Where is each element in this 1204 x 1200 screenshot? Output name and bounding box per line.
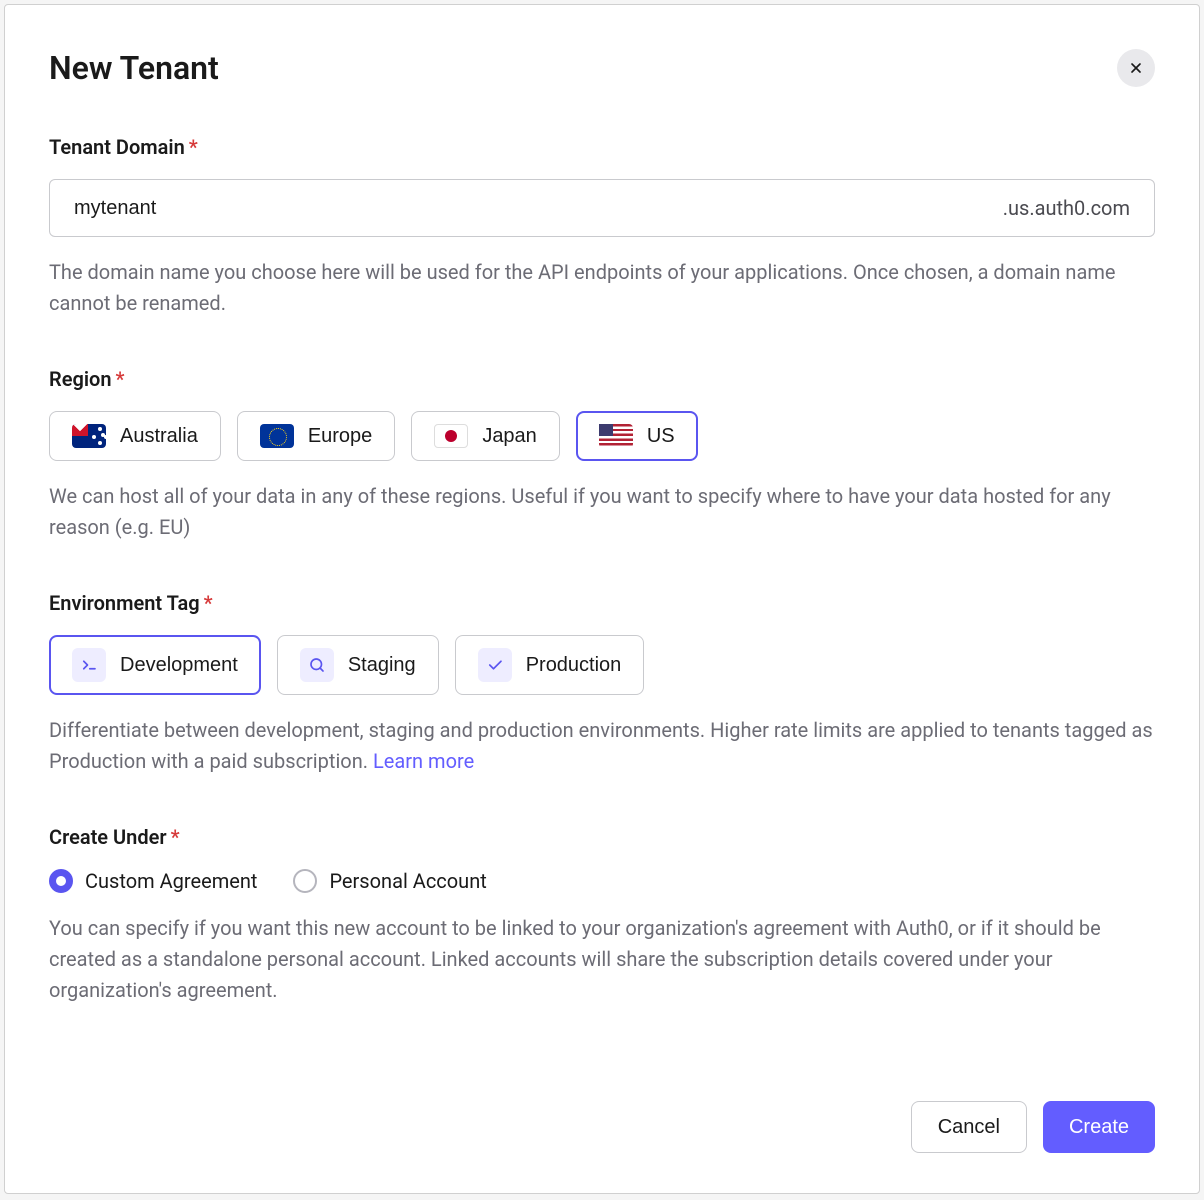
tenant-domain-label-text: Tenant Domain: [49, 135, 185, 159]
region-option-australia[interactable]: Australia: [49, 411, 221, 461]
terminal-icon: [72, 648, 106, 682]
environment-section: Environment Tag* Development Staging Pro…: [49, 591, 1155, 777]
region-option-japan[interactable]: Japan: [411, 411, 560, 461]
region-label-text: Region: [49, 367, 112, 391]
tenant-domain-input[interactable]: [74, 197, 1003, 220]
required-indicator: *: [171, 825, 180, 849]
environment-option-label: Staging: [348, 654, 416, 677]
radio-label: Custom Agreement: [85, 869, 257, 893]
environment-label: Environment Tag*: [49, 591, 1155, 615]
region-option-label: US: [647, 425, 675, 448]
flag-japan-icon: [434, 424, 468, 448]
create-under-label: Create Under*: [49, 825, 1155, 849]
environment-help: Differentiate between development, stagi…: [49, 715, 1155, 777]
search-icon: [300, 648, 334, 682]
required-indicator: *: [204, 591, 213, 615]
new-tenant-modal: New Tenant Tenant Domain* .us.auth0.com …: [4, 4, 1200, 1194]
create-under-options: Custom Agreement Personal Account: [49, 869, 1155, 893]
required-indicator: *: [116, 367, 125, 391]
radio-label: Personal Account: [329, 869, 486, 893]
learn-more-link[interactable]: Learn more: [373, 749, 474, 773]
environment-option-production[interactable]: Production: [455, 635, 645, 695]
environment-label-text: Environment Tag: [49, 591, 200, 615]
modal-title: New Tenant: [49, 49, 219, 87]
environment-option-label: Production: [526, 654, 622, 677]
create-under-section: Create Under* Custom Agreement Personal …: [49, 825, 1155, 1006]
close-button[interactable]: [1117, 49, 1155, 87]
region-section: Region* Australia Europe Japan US We can…: [49, 367, 1155, 543]
create-under-help: You can specify if you want this new acc…: [49, 913, 1155, 1006]
check-icon: [478, 648, 512, 682]
region-option-europe[interactable]: Europe: [237, 411, 396, 461]
radio-custom-agreement[interactable]: Custom Agreement: [49, 869, 257, 893]
modal-header: New Tenant: [49, 49, 1155, 87]
tenant-domain-input-wrap: .us.auth0.com: [49, 179, 1155, 237]
create-button[interactable]: Create: [1043, 1101, 1155, 1153]
radio-personal-account[interactable]: Personal Account: [293, 869, 486, 893]
flag-europe-icon: [260, 424, 294, 448]
create-under-label-text: Create Under: [49, 825, 167, 849]
cancel-button[interactable]: Cancel: [911, 1101, 1027, 1153]
radio-indicator: [293, 869, 317, 893]
region-options: Australia Europe Japan US: [49, 411, 1155, 461]
region-option-label: Europe: [308, 425, 373, 448]
environment-option-staging[interactable]: Staging: [277, 635, 439, 695]
close-icon: [1128, 60, 1144, 76]
region-help: We can host all of your data in any of t…: [49, 481, 1155, 543]
environment-help-text: Differentiate between development, stagi…: [49, 718, 1153, 773]
radio-indicator: [49, 869, 73, 893]
tenant-domain-label: Tenant Domain*: [49, 135, 1155, 159]
flag-australia-icon: [72, 424, 106, 448]
modal-footer: Cancel Create: [49, 1101, 1155, 1153]
region-label: Region*: [49, 367, 1155, 391]
environment-options: Development Staging Production: [49, 635, 1155, 695]
environment-option-label: Development: [120, 654, 238, 677]
domain-suffix: .us.auth0.com: [1003, 196, 1130, 220]
required-indicator: *: [189, 135, 198, 159]
tenant-domain-section: Tenant Domain* .us.auth0.com The domain …: [49, 135, 1155, 319]
flag-us-icon: [599, 424, 633, 448]
tenant-domain-help: The domain name you choose here will be …: [49, 257, 1155, 319]
region-option-label: Australia: [120, 425, 198, 448]
region-option-label: Japan: [482, 425, 537, 448]
region-option-us[interactable]: US: [576, 411, 698, 461]
environment-option-development[interactable]: Development: [49, 635, 261, 695]
